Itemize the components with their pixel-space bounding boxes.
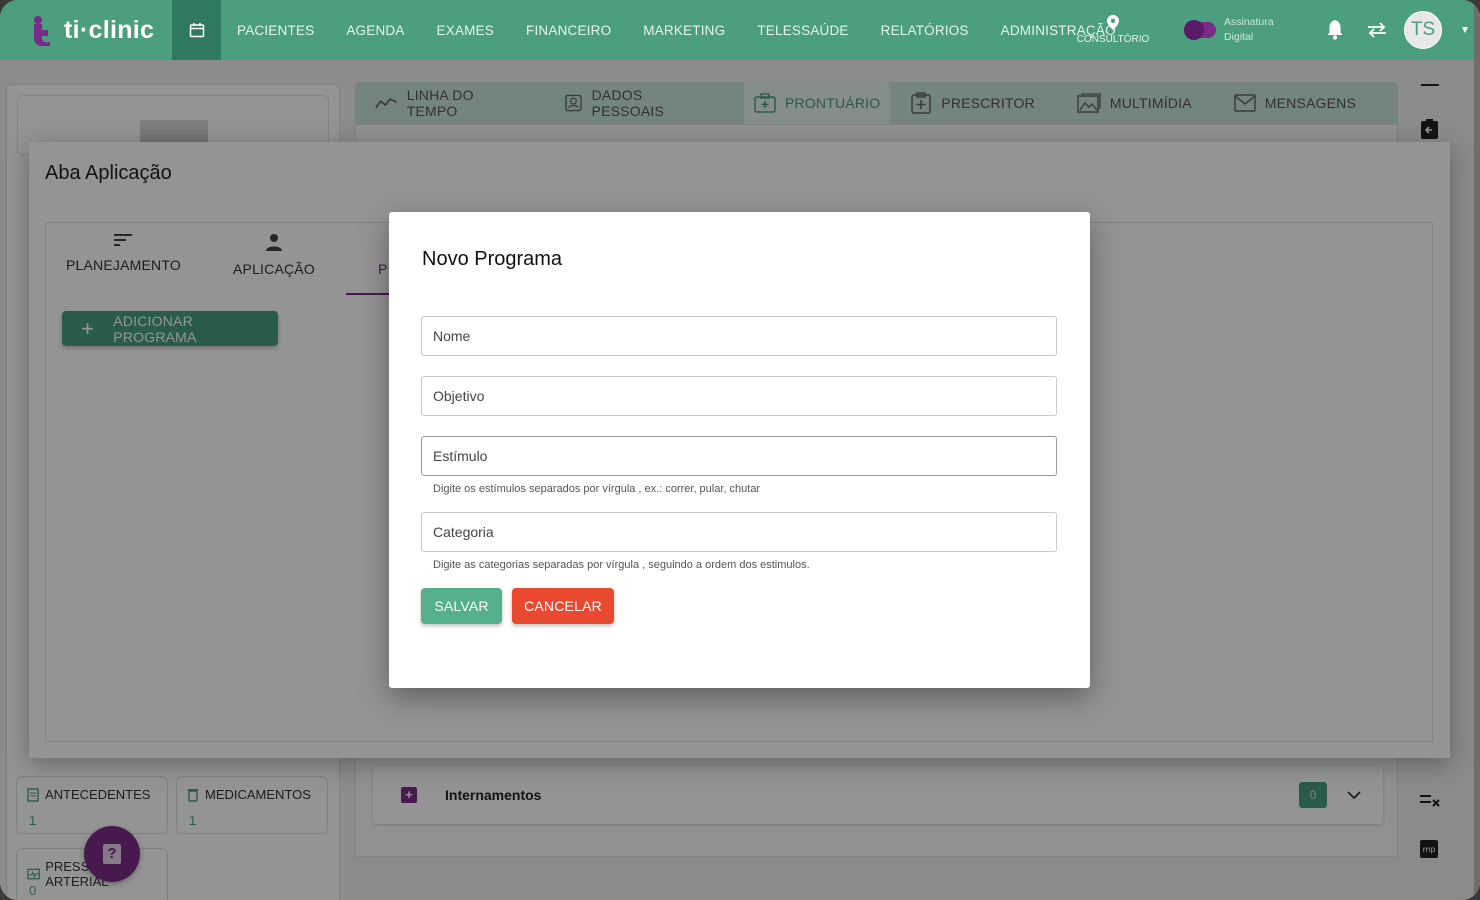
nav-financeiro[interactable]: FINANCEIRO: [526, 23, 611, 38]
estimulo-input[interactable]: [422, 437, 1056, 475]
nav-relatorios[interactable]: RELATÓRIOS: [881, 23, 969, 38]
navbar-right-actions: CONSULTÓRIO Assinatura Digital TS ▼: [1076, 0, 1480, 60]
nav-marketing[interactable]: MARKETING: [643, 23, 725, 38]
swap-arrows-icon: [1368, 22, 1386, 38]
app-window: ti·clinic PACIENTES AGENDA EXAMES FINANC…: [0, 0, 1480, 900]
categoria-input[interactable]: [422, 513, 1056, 551]
consultorio-label: CONSULTÓRIO: [1076, 34, 1150, 45]
top-navbar: ti·clinic PACIENTES AGENDA EXAMES FINANC…: [0, 0, 1480, 60]
switch-account-button[interactable]: [1356, 0, 1398, 60]
toggle-switch[interactable]: [1184, 20, 1216, 40]
notifications-button[interactable]: [1314, 0, 1356, 60]
save-button[interactable]: SALVAR: [421, 588, 502, 624]
nav-exames[interactable]: EXAMES: [437, 23, 494, 38]
calendar-icon: [189, 23, 204, 38]
objetivo-input[interactable]: [422, 377, 1056, 415]
novo-programa-dialog: Novo Programa Digite os estímulos separa…: [389, 212, 1090, 688]
assinatura-label-line1: Assinatura: [1224, 16, 1274, 28]
brand-logo[interactable]: ti·clinic: [0, 0, 172, 60]
location-pin-icon: [1107, 15, 1119, 30]
categoria-field[interactable]: [421, 512, 1057, 552]
assinatura-label: Assinatura Digital: [1224, 15, 1284, 45]
nome-input[interactable]: [422, 317, 1056, 355]
window-frame-edge: [1474, 0, 1480, 900]
assinatura-digital-toggle[interactable]: Assinatura Digital: [1184, 15, 1284, 45]
categoria-hint: Digite as categorias separadas por vírgu…: [433, 559, 810, 571]
bell-icon: [1327, 20, 1343, 40]
estimulo-field[interactable]: [421, 436, 1057, 476]
cancel-button[interactable]: CANCELAR: [512, 588, 614, 624]
objetivo-field[interactable]: [421, 376, 1057, 416]
consultorio-selector[interactable]: CONSULTÓRIO: [1076, 15, 1150, 45]
main-menu: PACIENTES AGENDA EXAMES FINANCEIRO MARKE…: [237, 23, 1148, 38]
nav-agenda[interactable]: AGENDA: [346, 23, 404, 38]
nav-telessaude[interactable]: TELESSAÚDE: [757, 23, 848, 38]
user-avatar[interactable]: TS: [1404, 11, 1442, 49]
nav-pacientes[interactable]: PACIENTES: [237, 23, 314, 38]
brand-name: ti·clinic: [64, 15, 155, 44]
assinatura-label-line2: Digital: [1224, 31, 1254, 43]
calendar-button[interactable]: [172, 0, 221, 60]
nome-field[interactable]: [421, 316, 1057, 356]
estimulo-hint: Digite os estímulos separados por vírgul…: [433, 483, 761, 495]
dialog-title: Novo Programa: [422, 248, 563, 270]
logo-mark-icon: [34, 16, 50, 46]
